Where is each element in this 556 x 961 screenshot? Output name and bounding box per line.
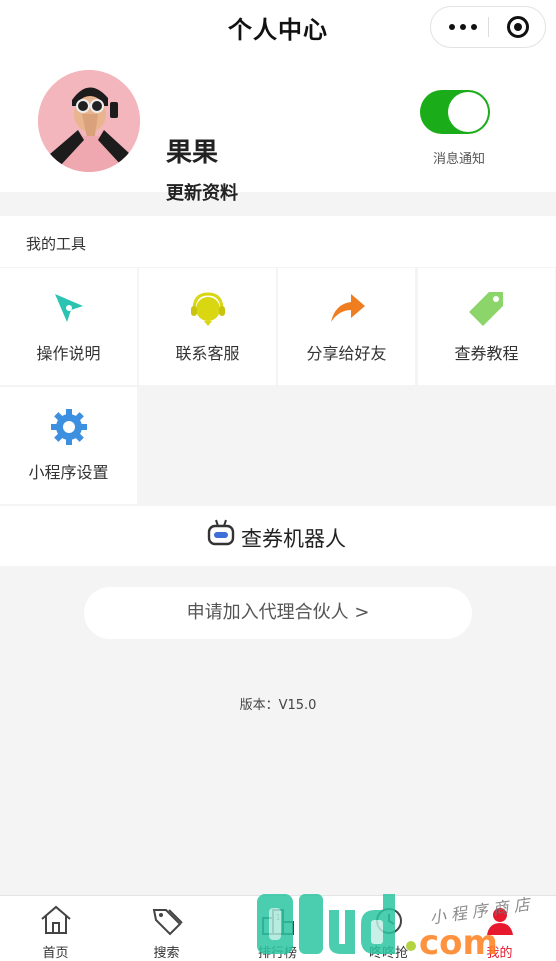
tool-label: 分享给好友	[306, 344, 387, 363]
tab-home[interactable]: 首页	[0, 896, 111, 961]
headset-icon	[190, 292, 225, 326]
tool-coupon-tutorial[interactable]: 查券教程	[418, 268, 555, 385]
tool-label: 小程序设置	[28, 463, 109, 482]
robot-icon	[207, 519, 235, 546]
tools-header-label: 我的工具	[26, 235, 87, 253]
avatar[interactable]	[38, 70, 140, 172]
user-icon	[486, 908, 513, 935]
tab-mine[interactable]: 我的	[444, 896, 555, 961]
notification-toggle[interactable]	[420, 90, 490, 134]
podium-icon: 1	[261, 909, 294, 935]
tool-label: 查券教程	[454, 344, 519, 363]
tools-grid: 操作说明 联系客服 分享给好友 查券教程 小程序设置	[0, 268, 556, 505]
tab-flash-sale[interactable]: 咚咚抢	[333, 896, 444, 961]
toggle-knob	[448, 92, 488, 132]
share-arrow-icon	[330, 294, 365, 322]
profile-card: 果果 更新资料 消息通知	[0, 54, 556, 204]
apply-agent-button[interactable]: 申请加入代理合伙人 >	[84, 587, 472, 639]
tool-instructions[interactable]: 操作说明	[0, 268, 137, 385]
tab-label: 我的	[486, 946, 513, 961]
coupon-robot-entry[interactable]: 查券机器人	[0, 506, 556, 566]
tab-label: 首页	[42, 946, 69, 961]
tag-icon	[468, 292, 503, 326]
update-profile-link[interactable]: 更新资料	[166, 179, 238, 205]
tags-icon	[152, 909, 183, 936]
clock-icon	[375, 908, 402, 934]
tool-label: 联系客服	[175, 344, 240, 363]
tab-label: 排行榜	[257, 946, 297, 961]
tool-customer-service[interactable]: 联系客服	[139, 268, 276, 385]
gear-icon	[50, 409, 87, 445]
tools-section-header: 我的工具	[0, 216, 556, 267]
capsule-menu	[430, 6, 546, 48]
tab-label: 搜索	[153, 946, 180, 961]
more-icon[interactable]	[449, 24, 477, 30]
close-target-icon[interactable]	[507, 16, 529, 38]
version-text: 版本：V15.0	[239, 698, 317, 713]
tab-ranking[interactable]: 1 排行榜	[222, 896, 333, 961]
capsule-divider	[488, 17, 489, 37]
navigation-bar: 个人中心	[0, 0, 556, 54]
svg-text:1: 1	[275, 913, 280, 922]
username: 果果	[166, 138, 219, 168]
coupon-robot-label: 查券机器人	[241, 527, 346, 551]
home-icon	[40, 905, 71, 934]
tool-label: 操作说明	[36, 344, 101, 363]
notification-label: 消息通知	[432, 152, 485, 167]
tab-search[interactable]: 搜索	[111, 896, 222, 961]
tool-share[interactable]: 分享给好友	[278, 268, 415, 385]
tab-bar: 首页 搜索 1 排行榜 咚咚抢 我的	[0, 895, 556, 961]
tab-label: 咚咚抢	[368, 946, 408, 961]
tool-settings[interactable]: 小程序设置	[0, 387, 137, 504]
compass-icon	[54, 294, 83, 322]
